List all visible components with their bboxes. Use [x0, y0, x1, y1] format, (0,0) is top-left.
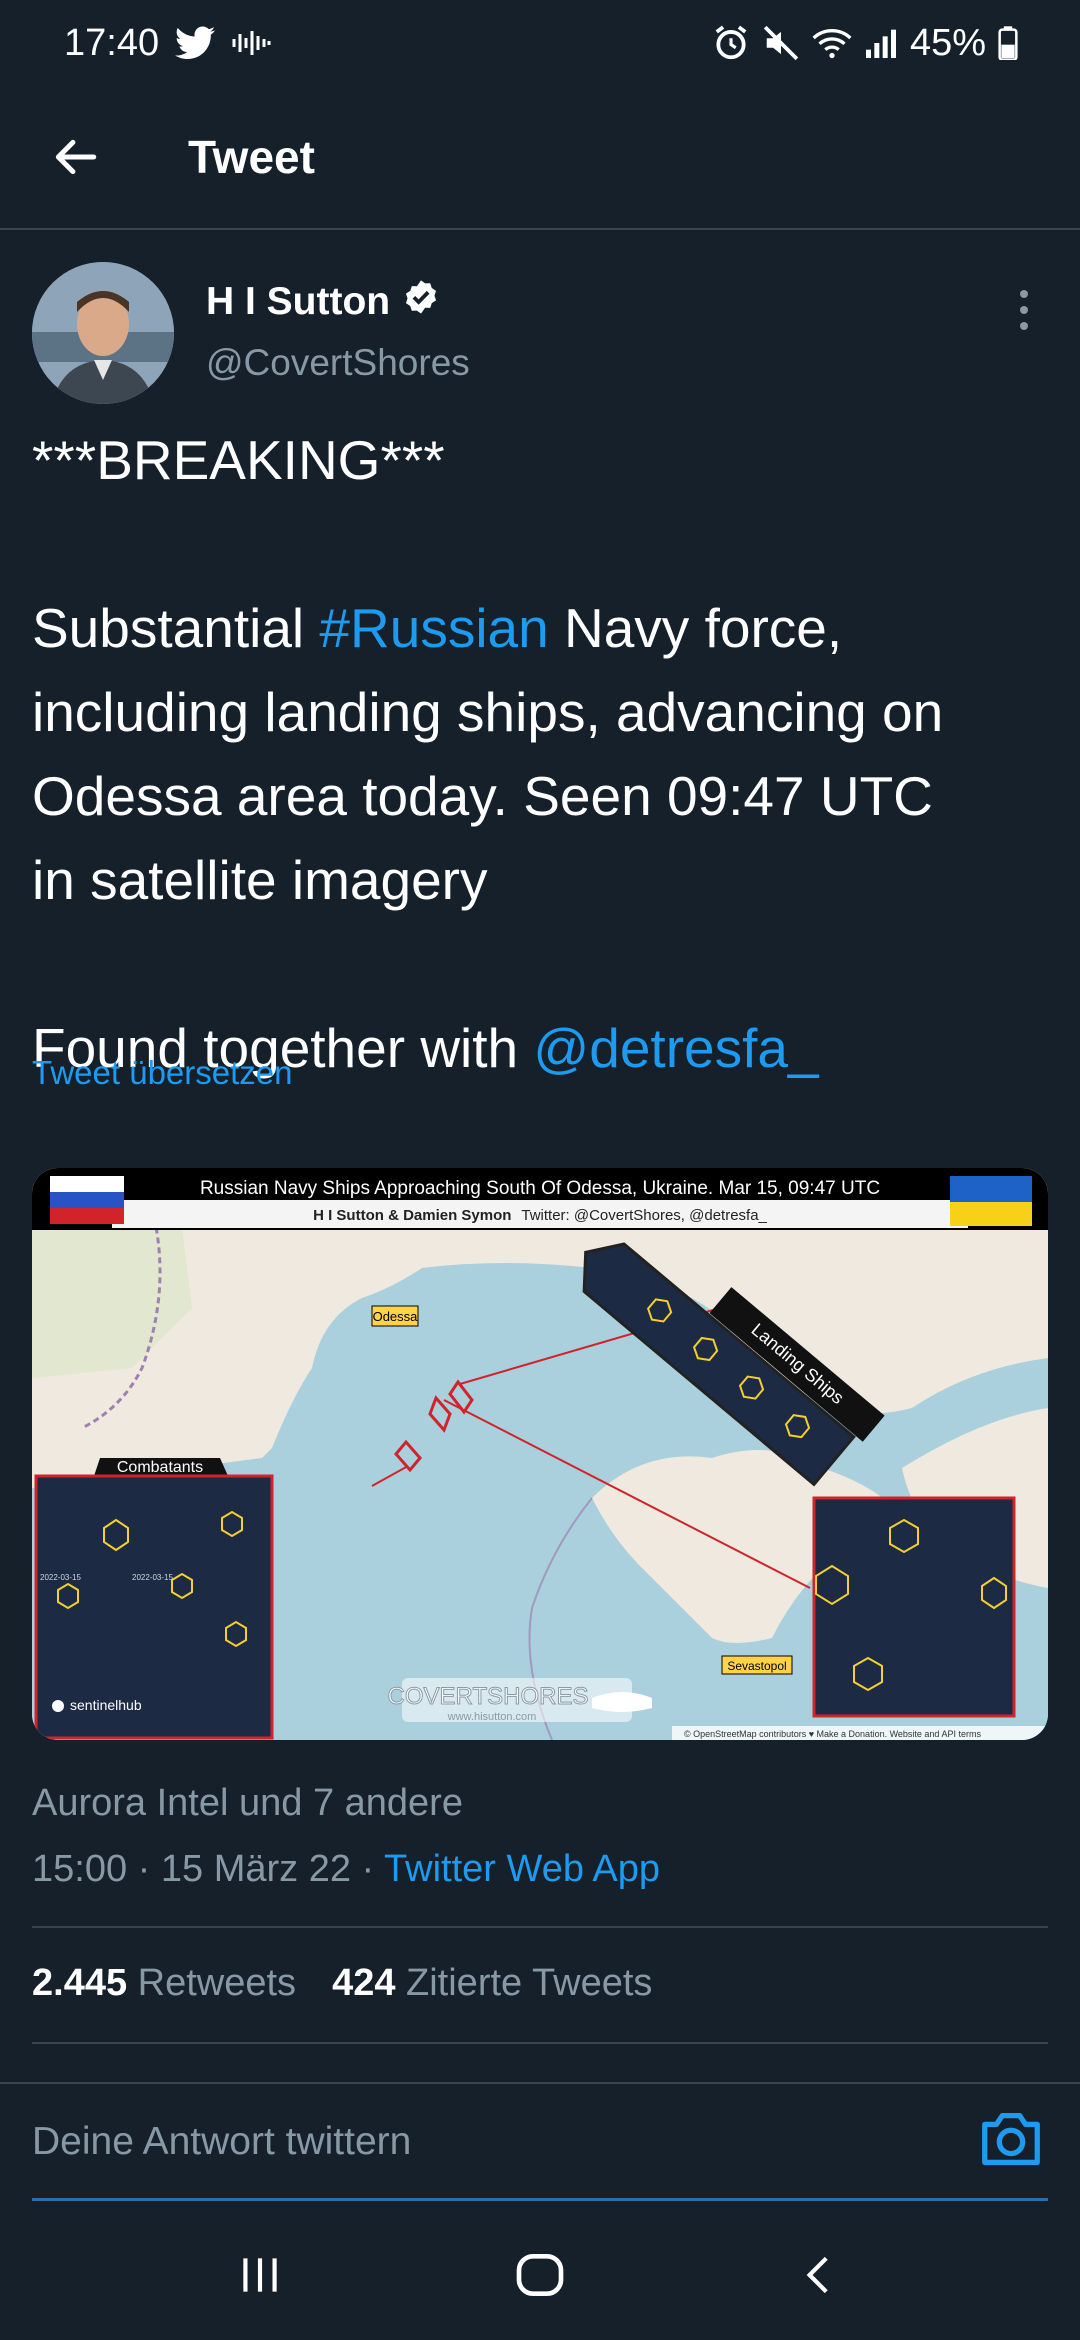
translate-tweet-link[interactable]: Tweet übersetzen	[32, 1054, 293, 1092]
reply-input-underline	[32, 2198, 1048, 2201]
wifi-icon	[812, 26, 852, 60]
system-nav-bar	[0, 2210, 1080, 2340]
hashtag-link[interactable]: #Russian	[319, 597, 548, 659]
dot	[1020, 322, 1028, 330]
verified-badge-icon	[402, 278, 440, 326]
reply-input[interactable]: Deine Antwort twittern	[32, 2120, 411, 2164]
home-icon	[516, 2254, 564, 2296]
tweet-line: Odessa area today. Seen 09:47 UTC	[32, 765, 933, 827]
author-handle[interactable]: @CovertShores	[206, 342, 470, 384]
sevastopol-label: Sevastopol	[727, 1659, 786, 1673]
status-time: 17:40	[64, 21, 160, 64]
tweet-text: ***BREAKING*** Substantial #Russian Navy…	[32, 418, 1052, 1090]
sevastopol-panel	[812, 1496, 1016, 1718]
tweet-line: including landing ships, advancing on	[32, 681, 944, 743]
media-title: Russian Navy Ships Approaching South Of …	[200, 1178, 880, 1199]
home-button[interactable]	[480, 2225, 600, 2325]
quotes-stat[interactable]: 424 Zitierte Tweets	[332, 1962, 652, 2005]
sentinelhub-label: sentinelhub	[70, 1697, 142, 1713]
page-title: Tweet	[188, 131, 315, 183]
source-app-link[interactable]: Twitter Web App	[384, 1848, 660, 1890]
ukraine-flag	[950, 1176, 1032, 1226]
quotes-label: Zitierte Tweets	[406, 1962, 653, 2004]
twitter-bird-icon	[175, 26, 216, 60]
retweets-label: Retweets	[137, 1962, 297, 2004]
tweet-line: in satellite imagery	[32, 849, 488, 911]
battery-icon	[998, 26, 1018, 60]
tweet-media-image[interactable]: Russian Navy Ships Approaching South Of …	[32, 1168, 1048, 1740]
app-bar: Tweet	[0, 86, 1080, 230]
battery-percent: 45%	[909, 21, 986, 64]
combatants-date-1: 2022-03-15	[40, 1573, 81, 1582]
tweet-timestamp: 15:00 · 15 März 22 · Twitter Web App	[32, 1848, 660, 1891]
signal-icon	[864, 28, 898, 58]
media-credit-authors: H I Sutton & Damien Symon	[313, 1207, 511, 1224]
tweet-stats: 2.445 Retweets 424 Zitierte Tweets	[32, 1962, 652, 2005]
liked-by-text[interactable]: Aurora Intel und 7 andere	[32, 1782, 463, 1825]
camera-icon	[982, 2113, 1040, 2165]
odessa-label: Odessa	[373, 1309, 419, 1324]
combatants-panel: Combatants 2022-03-15 2022-03-15 sentine…	[34, 1458, 274, 1740]
back-button[interactable]	[0, 85, 150, 229]
status-bar: 17:40 45%	[0, 0, 1080, 86]
retweets-count: 2.445	[32, 1962, 128, 2004]
mention-link[interactable]: @detresfa_	[533, 1017, 818, 1079]
hisutton-label: www.hisutton.com	[447, 1711, 537, 1723]
tweet-line: Substantial #Russian Navy force,	[32, 586, 1052, 670]
more-options-button[interactable]	[1004, 280, 1044, 340]
reply-bar: Deine Antwort twittern	[0, 2082, 1080, 2202]
divider	[32, 1926, 1048, 1928]
recent-apps-button[interactable]	[200, 2225, 320, 2325]
back-nav-button[interactable]	[760, 2225, 880, 2325]
text-segment: Substantial	[32, 597, 320, 659]
audio-wave-icon	[231, 28, 271, 58]
combatants-label: Combatants	[117, 1459, 203, 1476]
arrow-left-icon	[55, 139, 97, 175]
recent-apps-icon	[243, 2258, 277, 2292]
text-segment: Navy force,	[548, 597, 843, 659]
combatants-date-2: 2022-03-15	[132, 1573, 173, 1582]
map-attribution: © OpenStreetMap contributors ♥ Make a Do…	[684, 1729, 981, 1739]
avatar[interactable]	[32, 262, 174, 404]
media-credit-twitter: Twitter: @CovertShores, @detresfa_	[521, 1207, 767, 1224]
quotes-count: 424	[332, 1962, 396, 2004]
svg-text:H I Sutton & Damien Symon: H I Sutton & Damien Symon Twitter: @Cove…	[313, 1207, 767, 1224]
author-name-row[interactable]: H I Sutton	[206, 278, 440, 326]
mute-icon	[762, 24, 800, 62]
covertshores-label: COVERTSHORES	[388, 1683, 589, 1710]
author-name[interactable]: H I Sutton	[206, 280, 390, 324]
camera-button[interactable]	[976, 2104, 1046, 2174]
alarm-icon	[712, 24, 750, 62]
divider	[32, 2042, 1048, 2044]
chevron-left-icon	[806, 2256, 828, 2294]
dot	[1020, 290, 1028, 298]
covertshores-logo: COVERTSHORES www.hisutton.com	[387, 1678, 652, 1723]
tweet-author: H I Sutton @CovertShores	[32, 262, 1048, 406]
tweet-line: ***BREAKING***	[32, 429, 445, 491]
time-date: 15:00 · 15 März 22 ·	[32, 1848, 385, 1890]
russia-flag	[50, 1176, 124, 1224]
dot	[1020, 306, 1028, 314]
retweets-stat[interactable]: 2.445 Retweets	[32, 1962, 296, 2005]
